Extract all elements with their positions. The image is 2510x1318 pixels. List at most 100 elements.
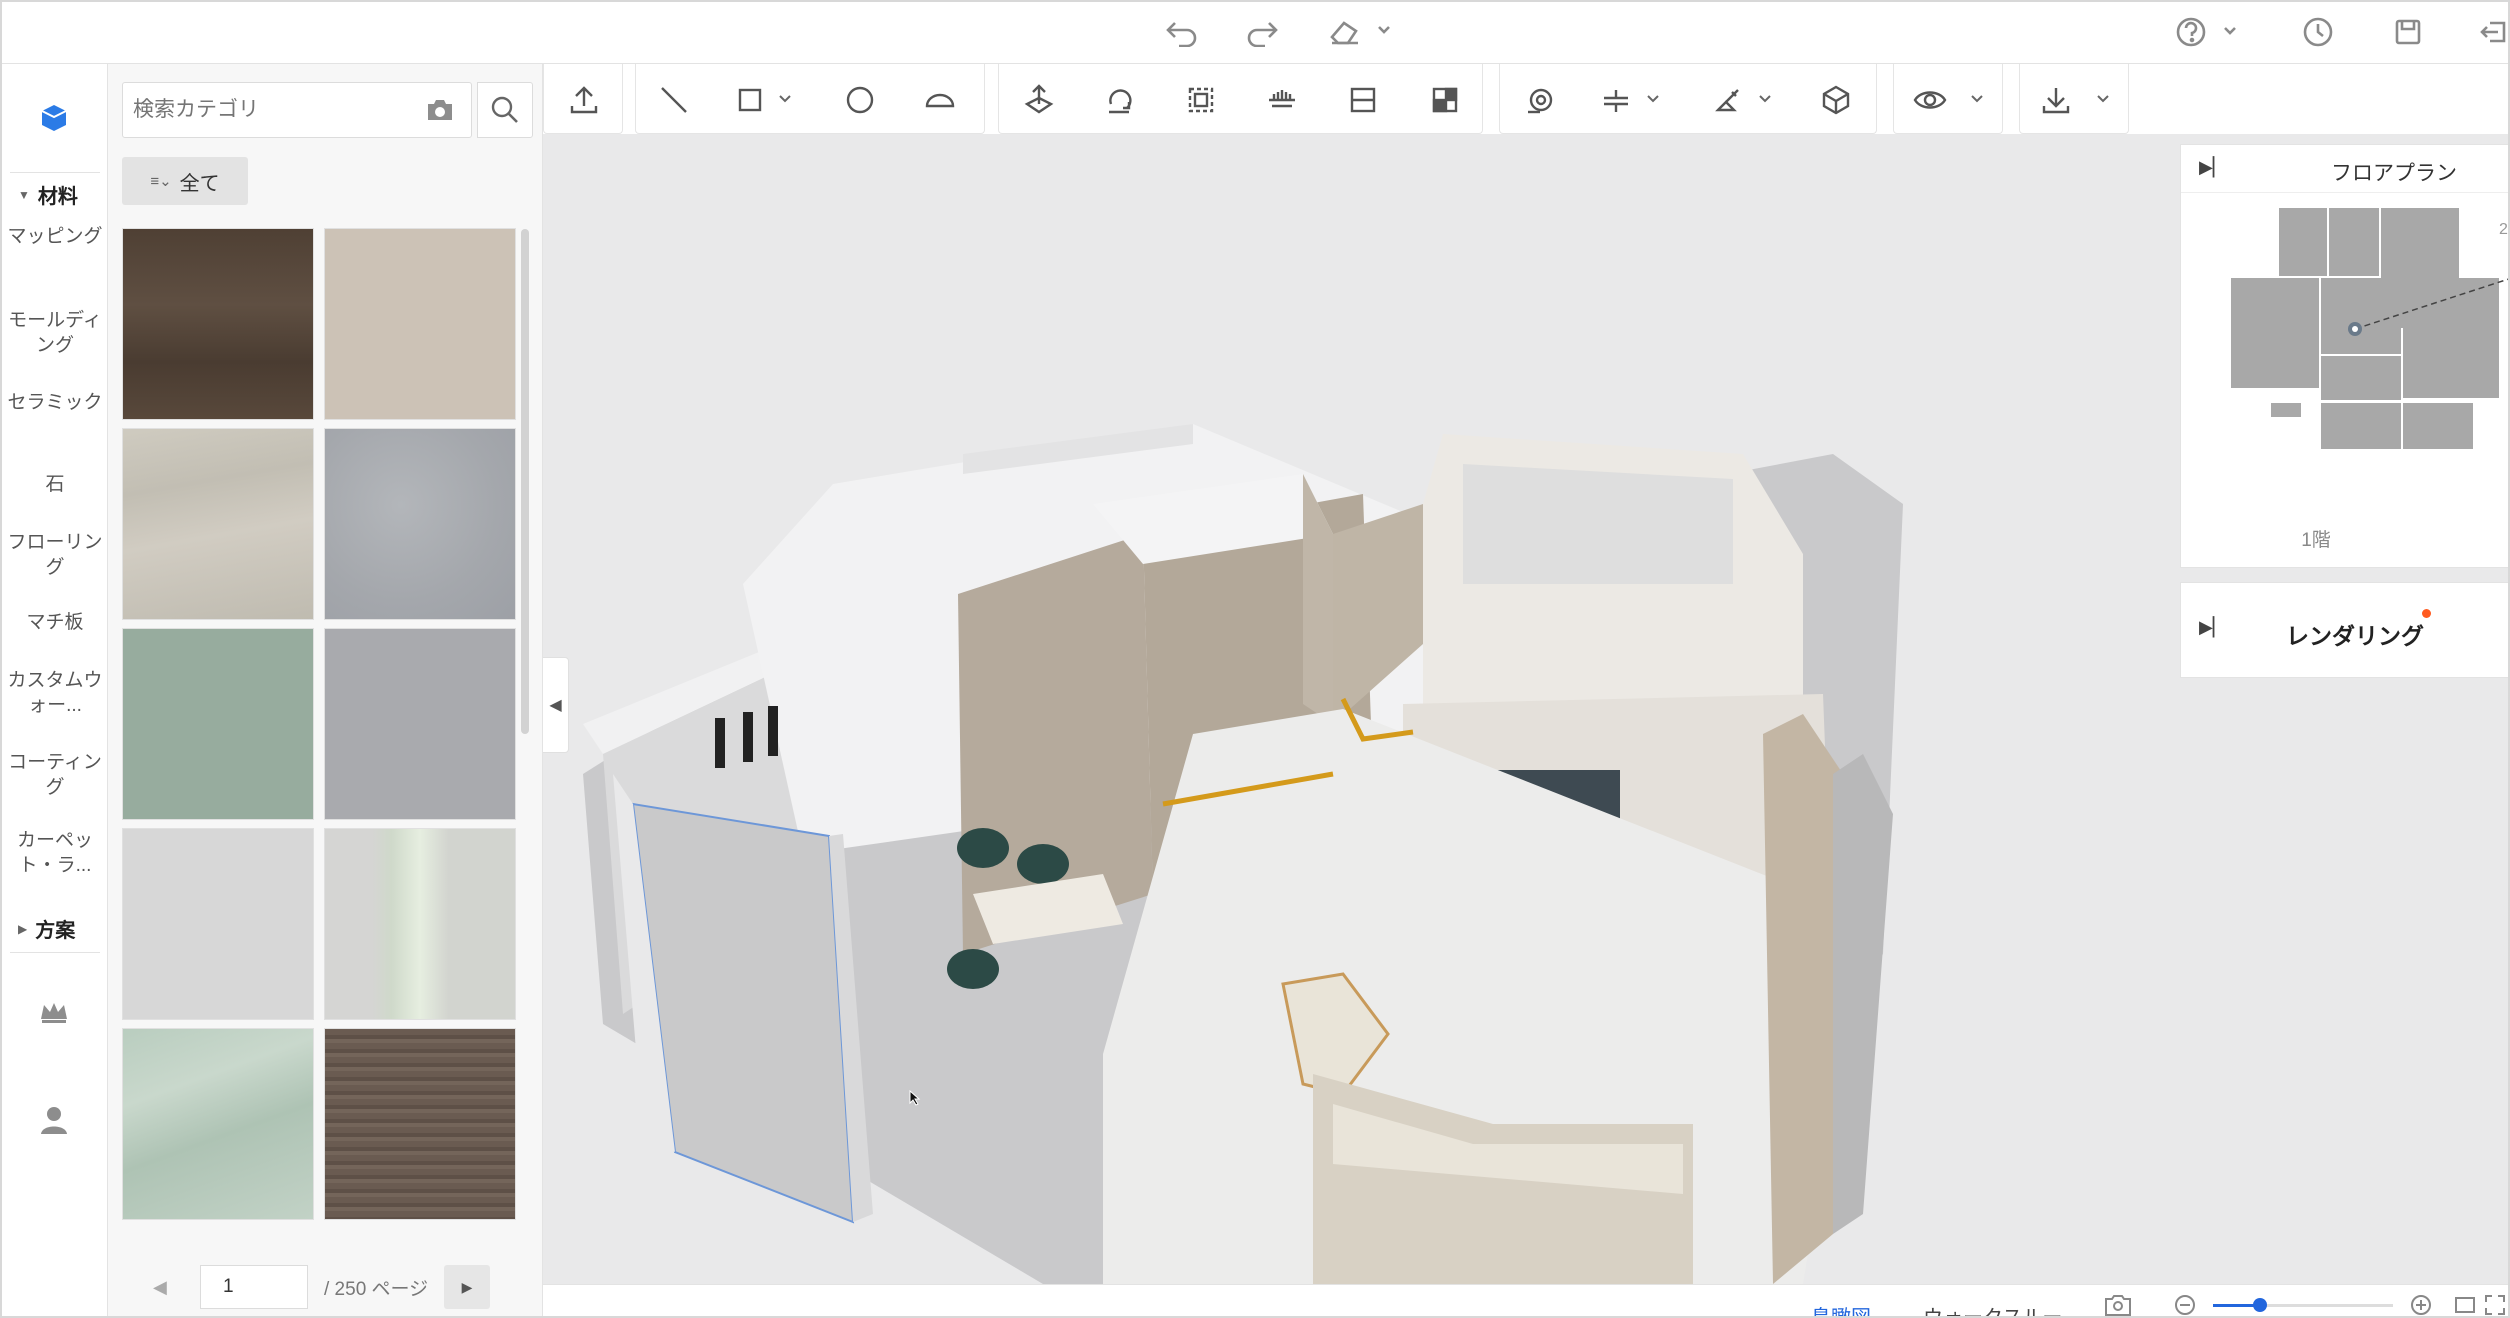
download-icon[interactable] [2038,82,2074,118]
material-swatch[interactable] [324,1028,516,1220]
nav-item-ceramic[interactable]: セラミック [2,390,108,415]
align-icon[interactable] [1264,82,1300,118]
app-window: ▼ 材料 マッピング モールディング セラミック 石 フローリング マチ板 カス… [0,0,2510,1318]
next-page-button[interactable]: ▶ [444,1265,490,1309]
layout-icon[interactable] [1427,82,1463,118]
material-swatch[interactable] [122,628,314,820]
nav-item-custom-wall[interactable]: カスタムウォー... [2,668,108,718]
fullscreen-icon[interactable] [2483,1293,2507,1316]
select-box-icon[interactable] [1183,82,1219,118]
arc-icon[interactable] [922,82,958,118]
redo-icon[interactable] [1242,12,1282,52]
section-plans[interactable]: ▶ 方案 [18,914,75,943]
page-input[interactable]: 1 [200,1265,308,1309]
dimension-label: 28 [2499,221,2508,238]
material-swatch[interactable] [324,628,516,820]
material-swatch[interactable] [324,828,516,1020]
chevron-down-icon[interactable] [1970,92,1984,106]
measure-icon[interactable] [1522,82,1558,118]
section-materials[interactable]: ▼ 材料 [18,180,78,209]
material-swatch[interactable] [324,428,516,620]
sort-icon: ≡⌄ [150,173,172,190]
top-bar [2,2,2508,64]
expand-panel-icon[interactable]: ▶▏ [2199,617,2227,638]
circle-icon[interactable] [842,82,878,118]
toolbar-group-download [2019,64,2129,134]
nav-item-board[interactable]: マチ板 [2,610,108,635]
split-icon[interactable] [1345,82,1381,118]
floorplan-header: ▶▏ フロアプラン [2181,145,2508,193]
filter-all-label: 全て [179,172,220,195]
caret-right-icon: ▶ [18,921,28,936]
zoom-slider[interactable] [2213,1293,2393,1316]
camera-settings-icon[interactable] [2103,1293,2133,1316]
cube-icon[interactable] [1818,82,1854,118]
search-box [122,82,533,138]
material-swatch[interactable] [122,828,314,1020]
bottom-bar: 鳥瞰図 ウォークスルー [543,1284,2508,1316]
view-icon[interactable] [1912,82,1948,118]
search-input[interactable] [133,93,383,127]
collapse-left-icon: ◀ [549,697,562,714]
divider [10,952,100,953]
level-icon[interactable] [1598,82,1634,118]
mouse-cursor [909,1089,921,1111]
nav-item-flooring[interactable]: フローリング [2,530,108,580]
section-label: 方案 [35,920,76,942]
floor-label[interactable]: 1階 [2181,525,2451,552]
help-icon[interactable] [2172,12,2242,52]
rectangle-icon[interactable] [732,82,768,118]
exit-icon[interactable] [2478,12,2508,52]
undo-icon[interactable] [1162,12,1202,52]
camera-icon[interactable] [425,97,455,123]
nav-item-carpet[interactable]: カーペット・ラ... [2,828,108,878]
zoom-in-icon[interactable] [2409,1293,2433,1316]
filter-all-button[interactable]: ≡⌄ 全て [122,157,248,205]
category-nav: ▼ 材料 マッピング モールディング セラミック 石 フローリング マチ板 カス… [2,64,108,1316]
expand-panel-icon[interactable]: ▶▏ [2199,157,2227,178]
rendering-title: レンダリング [2286,623,2424,649]
tab-birdseye[interactable]: 鳥瞰図 [1811,1301,1871,1316]
upload-icon[interactable] [566,82,602,118]
nav-item-stone[interactable]: 石 [2,472,108,497]
extrude-icon[interactable] [1021,82,1057,118]
chevron-down-icon[interactable] [778,92,792,106]
save-icon[interactable] [2388,12,2428,52]
tab-walkthrough[interactable]: ウォークスルー [1923,1301,2062,1316]
history-icon[interactable] [2298,12,2338,52]
toolbar-group-upload [543,64,623,134]
chevron-down-icon[interactable] [1646,92,1660,106]
crown-icon[interactable] [38,999,70,1030]
section-label: 材料 [37,186,78,208]
eraser-icon[interactable] [1324,12,1394,52]
material-swatch[interactable] [122,428,314,620]
rendering-panel[interactable]: ▶▏ レンダリング [2180,582,2508,678]
nav-item-mapping[interactable]: マッピング [2,224,108,249]
toolbar-group-edit [998,64,1483,134]
box-icon[interactable] [36,99,72,135]
page-total: / 250 ページ [324,1278,429,1300]
line-icon[interactable] [656,82,692,118]
search-icon [491,96,518,123]
material-swatch[interactable] [122,1028,314,1220]
nav-item-molding[interactable]: モールディング [2,308,108,358]
material-swatch[interactable] [122,228,314,420]
prev-page-icon[interactable]: ◀ [153,1277,167,1298]
chevron-down-icon[interactable] [1758,92,1772,106]
search-button[interactable] [477,82,533,138]
zoom-slider-handle[interactable] [2253,1298,2267,1312]
collapse-panel-button[interactable]: ◀ [543,657,569,753]
toolbar-group-measure [1499,64,1877,134]
zoom-out-icon[interactable] [2173,1293,2197,1316]
floorplan-panel: ▶▏ フロアプラン 28 1階 [2180,144,2510,568]
material-swatch[interactable] [324,228,516,420]
brush-icon[interactable] [1710,82,1746,118]
nav-item-coating[interactable]: コーティング [2,750,108,800]
pagination: ◀ 1 / 250 ページ ▶ [108,1262,543,1312]
scrollbar[interactable] [521,229,529,734]
fit-view-icon[interactable] [2453,1293,2477,1316]
chevron-down-icon[interactable] [2096,92,2110,106]
rotate-icon[interactable] [1101,82,1137,118]
user-icon[interactable] [38,1104,70,1141]
floorplan-map[interactable] [2221,205,2510,455]
